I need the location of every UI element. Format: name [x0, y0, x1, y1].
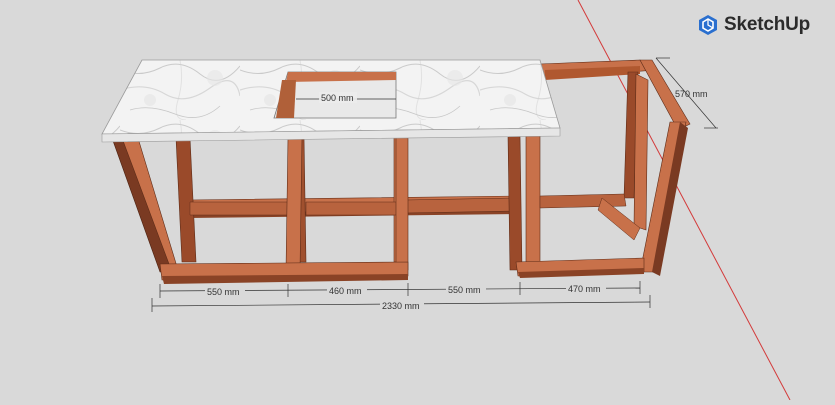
dim-segment-1: 550 mm	[207, 287, 240, 297]
main-cabinet-frame[interactable]	[111, 135, 541, 284]
brand-name: SketchUp	[724, 14, 811, 35]
dim-segment-4: 470 mm	[568, 284, 601, 294]
sketchup-logo-icon	[697, 14, 719, 36]
dim-sink-width: 500 mm	[321, 93, 354, 103]
dim-segment-3: 550 mm	[448, 285, 481, 295]
sketchup-logo: SketchUp	[697, 14, 810, 36]
model-canvas[interactable]: 500 mm 570 mm 550 mm 460 mm 550 mm 470 m…	[0, 0, 835, 401]
dim-total: 2330 mm	[382, 301, 420, 311]
dim-depth-right: 570 mm	[675, 89, 708, 99]
dim-segment-2: 460 mm	[329, 286, 362, 296]
3d-viewport[interactable]: 500 mm 570 mm 550 mm 460 mm 550 mm 470 m…	[0, 0, 835, 401]
